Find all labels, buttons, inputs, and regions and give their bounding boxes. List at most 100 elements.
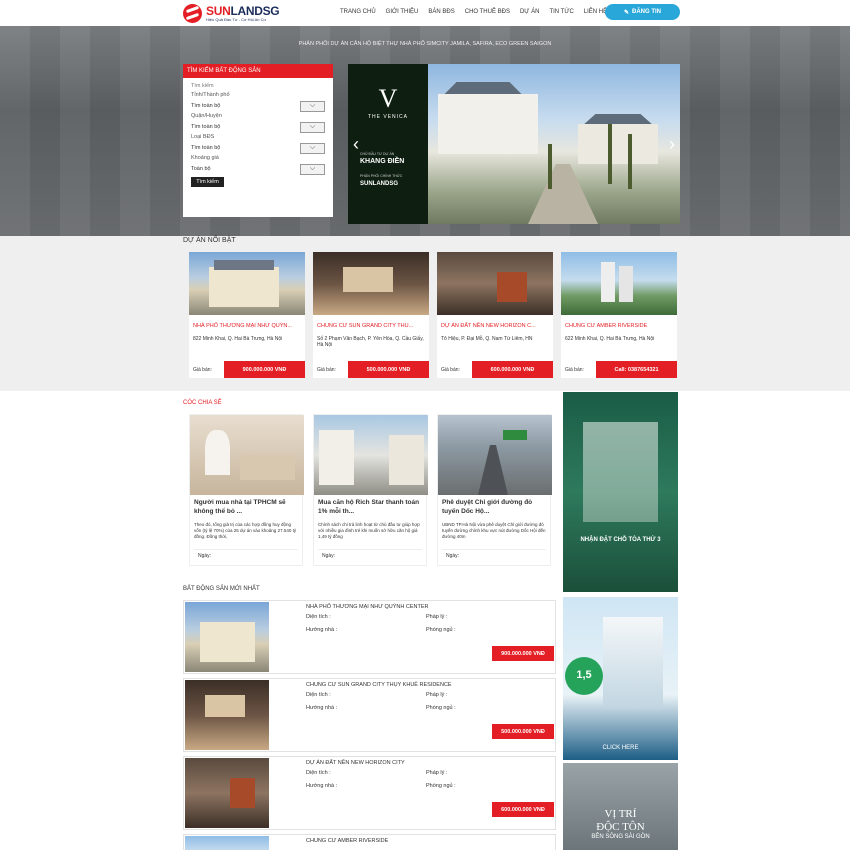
direction-label: Hướng nhà : xyxy=(306,783,338,789)
hero-slider[interactable]: V THE VENICA CHỦ ĐẦU TƯ DỰ ÁN KHANG ĐIỀN… xyxy=(348,64,680,224)
brand-distributor: SUNLANDSG xyxy=(360,181,399,187)
city-select[interactable]: Tìm toàn bộ ⌵ xyxy=(191,100,325,112)
brand-developer: KHANG ĐIỀN xyxy=(360,158,405,165)
search-input[interactable]: Tìm kiếm xyxy=(191,82,325,91)
project-title[interactable]: DỰ ÁN ĐẤT NỀN NEW HORIZON C... xyxy=(437,315,553,333)
news-card[interactable]: Phê duyệt Chỉ giới đường đỏ tuyến Dốc Hộ… xyxy=(437,414,552,566)
logo-slogan: Hiệu Quả Đầu Tư - Cơ Hội An Cư xyxy=(206,16,267,22)
project-price: 600.000.000 VNĐ xyxy=(472,361,553,378)
area-label: Diện tích : xyxy=(306,770,331,776)
project-price: 900.000.000 VNĐ xyxy=(224,361,305,378)
search-button[interactable]: Tìm kiếm xyxy=(191,177,224,187)
project-address: Số 2 Phạm Văn Bạch, P. Yên Hòa, Q. Cầu G… xyxy=(317,336,424,348)
logo-name: SUNLANDSG xyxy=(206,3,280,18)
project-card[interactable]: CHUNG CƯ SUN GRAND CITY THU... Số 2 Phạm… xyxy=(313,252,429,378)
news-date: Ngày: xyxy=(318,549,422,562)
price-label: Giá bán: xyxy=(441,366,460,373)
project-card[interactable]: DỰ ÁN ĐẤT NỀN NEW HORIZON C... Tô Hiệu, … xyxy=(437,252,553,378)
brand-project: THE VENICA xyxy=(367,114,408,120)
area-label: Diện tích : xyxy=(306,692,331,698)
search-panel: TÌM KIẾM BẤT ĐỘNG SẢN Tìm kiếm Tỉnh/Thàn… xyxy=(183,64,333,217)
price-label: Khoảng giá xyxy=(191,155,219,161)
news-title[interactable]: Người mua nhà tại TPHCM sẽ không thể bỏ … xyxy=(190,495,302,519)
ad2-number: 1,5 xyxy=(576,669,592,681)
brand-distributor-label: PHÂN PHỐI CHÍNH THỨC xyxy=(360,174,403,178)
nav-home[interactable]: TRANG CHỦ xyxy=(340,9,376,15)
listing-row[interactable]: NHÀ PHỐ THƯƠNG MẠI NHƯ QUỲNH CENTER Diện… xyxy=(183,600,556,674)
ad-banner-3[interactable]: VỊ TRÍ ĐỘC TÔN BÊN SÔNG SÀI GÒN xyxy=(563,763,678,850)
project-image xyxy=(561,252,677,315)
listing-title[interactable]: DỰ ÁN ĐẤT NỀN NEW HORIZON CITY xyxy=(306,760,405,766)
project-card[interactable]: CHUNG CƯ AMBER RIVERSIDE 622 Minh Khai, … xyxy=(561,252,677,378)
nav-rent[interactable]: CHO THUÊ BĐS xyxy=(465,9,510,15)
project-title[interactable]: CHUNG CƯ SUN GRAND CITY THU... xyxy=(313,315,429,333)
news-desc: Chính sách chi trả linh hoạt từ chủ đầu … xyxy=(318,522,420,539)
slider-next-icon[interactable]: › xyxy=(669,134,675,155)
ad1-headline: NHẬN ĐẶT CHỖ TÒA THỨ 3 xyxy=(580,537,661,543)
news-date: Ngày: xyxy=(442,549,546,562)
price-label: Giá bán: xyxy=(317,366,336,373)
direction-label: Hướng nhà : xyxy=(306,705,338,711)
ad2-cta[interactable]: CLICK HERE xyxy=(563,745,678,751)
news-card[interactable]: Người mua nhà tại TPHCM sẽ không thể bỏ … xyxy=(189,414,304,566)
price-label: Giá bán: xyxy=(565,366,584,373)
chevron-down-icon: ⌵ xyxy=(300,100,325,112)
listing-row[interactable]: CHUNG CƯ AMBER RIVERSIDE xyxy=(183,834,556,850)
project-address: 622 Minh Khai, Q. Hai Bà Trưng, Hà Nội xyxy=(565,336,655,342)
type-label: Loại BĐS xyxy=(191,134,215,140)
type-select[interactable]: Tìm toàn bộ ⌵ xyxy=(191,142,325,154)
slide-brand-panel: V THE VENICA CHỦ ĐẦU TƯ DỰ ÁN KHANG ĐIỀN… xyxy=(348,64,428,224)
area-label: Diện tích : xyxy=(306,614,331,620)
city-label: Tỉnh/Thành phố xyxy=(191,92,230,98)
nav-news[interactable]: TIN TỨC xyxy=(549,9,573,15)
nav-contact[interactable]: LIÊN HỆ xyxy=(584,9,607,15)
news-image xyxy=(314,415,428,495)
legal-label: Pháp lý : xyxy=(426,692,448,698)
project-title[interactable]: NHÀ PHỐ THƯƠNG MẠI NHƯ QUỲN... xyxy=(189,315,305,333)
listing-image xyxy=(185,758,269,828)
ad-banner-2[interactable]: 1,5 CLICK HERE xyxy=(563,597,678,760)
ad-banner-1[interactable]: NHẬN ĐẶT CHỖ TÒA THỨ 3 xyxy=(563,392,678,592)
project-address: Tô Hiệu, P. Đại Mỗ, Q. Nam Từ Liêm, HN xyxy=(441,336,533,342)
room-label: Phòng ngủ : xyxy=(426,783,456,789)
chevron-down-icon: ⌵ xyxy=(300,121,325,133)
main-nav: TRANG CHỦ GIỚI THIỆU BÁN BĐS CHO THUÊ BĐ… xyxy=(340,9,617,15)
legal-label: Pháp lý : xyxy=(426,614,448,620)
project-title[interactable]: CHUNG CƯ AMBER RIVERSIDE xyxy=(561,315,677,333)
listing-row[interactable]: CHUNG CƯ SUN GRAND CITY THỤY KHUÊ RESIDE… xyxy=(183,678,556,752)
price-select[interactable]: Toàn bộ ⌵ xyxy=(191,163,325,175)
listing-row[interactable]: DỰ ÁN ĐẤT NỀN NEW HORIZON CITY Diện tích… xyxy=(183,756,556,830)
project-price: Call: 0387654321 xyxy=(596,361,677,378)
project-image xyxy=(313,252,429,315)
district-label: Quận/Huyện xyxy=(191,113,222,119)
news-title[interactable]: Phê duyệt Chỉ giới đường đỏ tuyến Dốc Hộ… xyxy=(438,495,550,519)
news-title[interactable]: Mua căn hộ Rich Star thanh toán 1% mỗi t… xyxy=(314,495,426,519)
nav-projects[interactable]: DỰ ÁN xyxy=(520,9,539,15)
page: SUNLANDSG Hiệu Quả Đầu Tư - Cơ Hội An Cư… xyxy=(0,0,850,850)
slide-photo xyxy=(428,64,680,224)
listing-title[interactable]: NHÀ PHỐ THƯƠNG MẠI NHƯ QUỲNH CENTER xyxy=(306,604,429,610)
news-image xyxy=(190,415,304,495)
news-card[interactable]: Mua căn hộ Rich Star thanh toán 1% mỗi t… xyxy=(313,414,428,566)
listing-image xyxy=(185,602,269,672)
share-title: CÓC CHIA SẺ xyxy=(183,400,222,406)
hero-tagline: PHÂN PHỐI DỰ ÁN CĂN HỘ BIỆT THỰ NHÀ PHỐ … xyxy=(298,41,552,47)
listing-title[interactable]: CHUNG CƯ AMBER RIVERSIDE xyxy=(306,838,388,844)
chevron-down-icon: ⌵ xyxy=(300,163,325,175)
district-select[interactable]: Tìm toàn bộ ⌵ xyxy=(191,121,325,133)
news-image xyxy=(438,415,552,495)
nav-sale[interactable]: BÁN BĐS xyxy=(428,9,454,15)
chevron-down-icon: ⌵ xyxy=(300,142,325,154)
nav-about[interactable]: GIỚI THIỆU xyxy=(386,9,419,15)
price-label: Giá bán: xyxy=(193,366,212,373)
news-desc: UBND TP.Hà Nội vừa phê duyệt Chỉ giới đư… xyxy=(442,522,546,539)
project-card[interactable]: NHÀ PHỐ THƯƠNG MẠI NHƯ QUỲN... 822 Minh … xyxy=(189,252,305,378)
newest-title: BẤT ĐỘNG SẢN MỚI NHẤT xyxy=(183,586,260,592)
slider-prev-icon[interactable]: ‹ xyxy=(353,134,359,155)
register-button[interactable]: ✎ ĐĂNG TIN xyxy=(605,4,680,20)
project-price: 500.000.000 VNĐ xyxy=(348,361,429,378)
listing-image xyxy=(185,836,269,850)
logo[interactable]: SUNLANDSG Hiệu Quả Đầu Tư - Cơ Hội An Cư xyxy=(183,2,283,24)
project-image xyxy=(437,252,553,315)
listing-title[interactable]: CHUNG CƯ SUN GRAND CITY THỤY KHUÊ RESIDE… xyxy=(306,682,452,688)
